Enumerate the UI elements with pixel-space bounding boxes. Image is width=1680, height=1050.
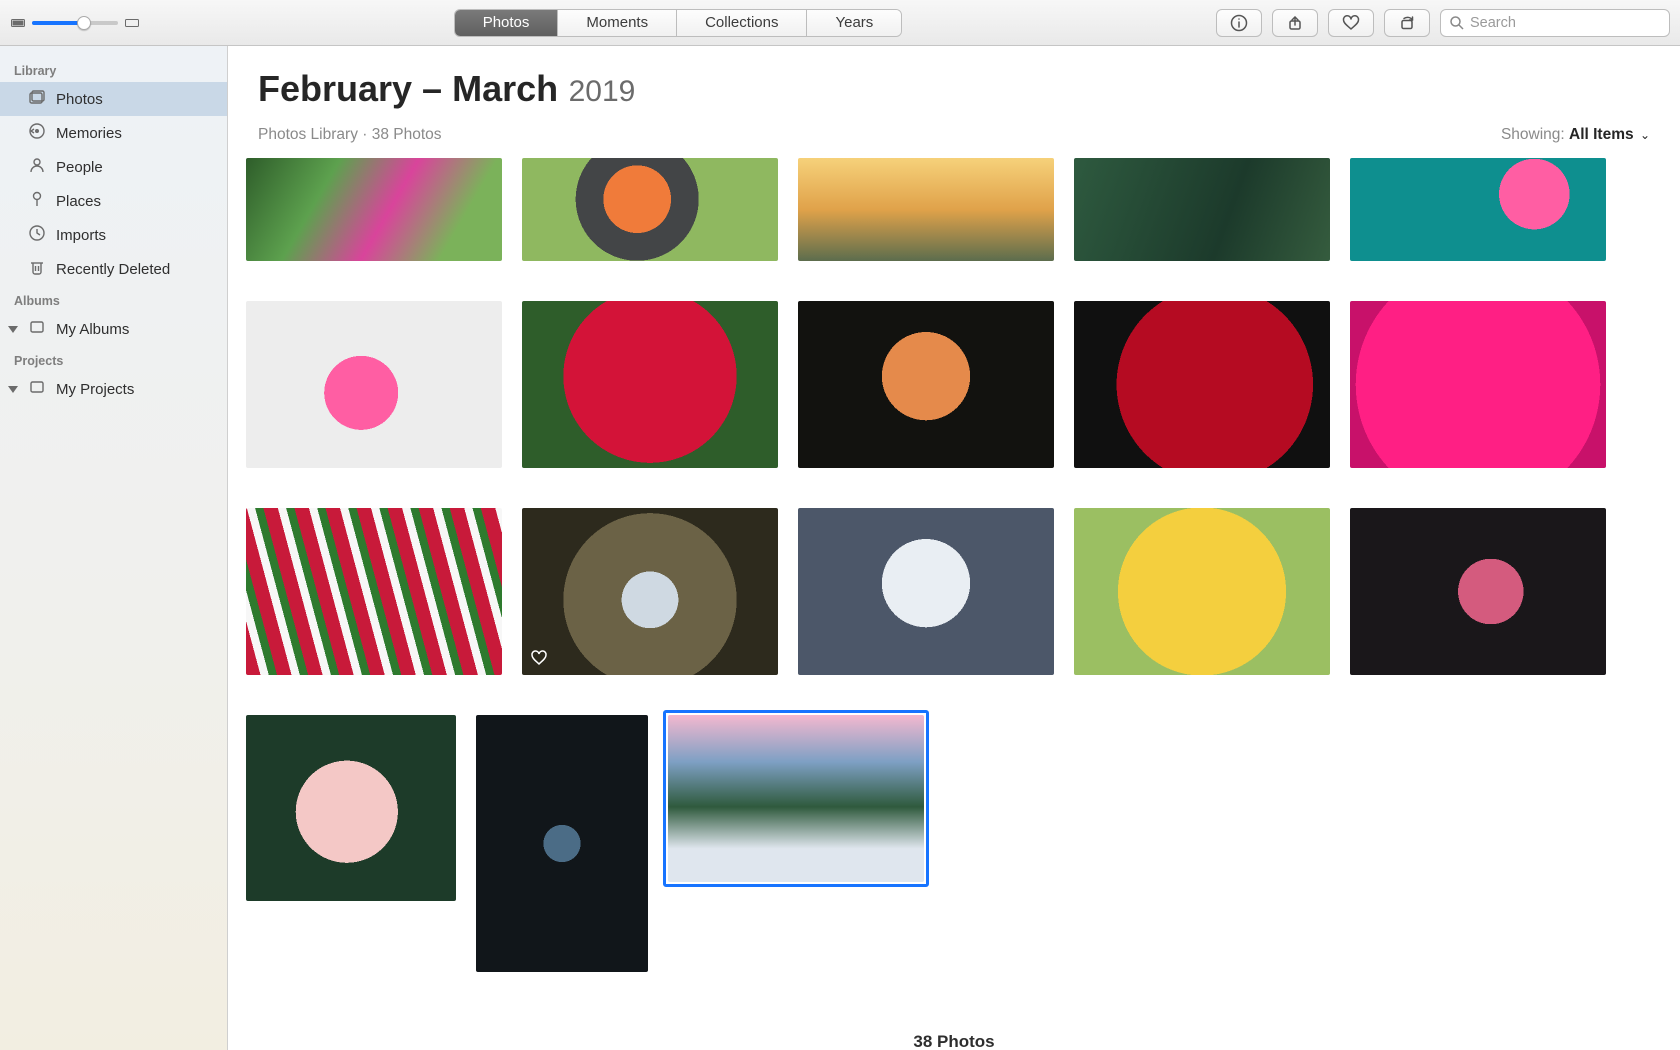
photo-image: [1350, 508, 1606, 675]
photo-image: [522, 301, 778, 468]
photo-grid: [228, 158, 1680, 1012]
sidebar-section-header: Projects: [0, 346, 227, 372]
memories-icon: [28, 122, 46, 144]
sidebar-item-imports[interactable]: Imports: [0, 218, 227, 252]
photo-thumbnail[interactable]: [246, 158, 502, 261]
album-icon: [28, 378, 46, 400]
disclosure-triangle-icon[interactable]: [8, 383, 20, 395]
photo-thumbnail[interactable]: [246, 715, 456, 901]
sidebar-item-label: Places: [56, 193, 101, 210]
trash-icon: [28, 258, 46, 280]
sidebar-item-label: My Albums: [56, 321, 129, 338]
sidebar-item-label: My Projects: [56, 381, 134, 398]
share-button[interactable]: [1272, 9, 1318, 37]
photo-image: [522, 158, 778, 261]
sidebar-item-label: Recently Deleted: [56, 261, 170, 278]
photo-image: [798, 158, 1054, 261]
clock-icon: [28, 224, 46, 246]
sidebar-item-recently-deleted[interactable]: Recently Deleted: [0, 252, 227, 286]
photo-image: [476, 715, 648, 972]
photos-stack-icon: [28, 88, 46, 110]
person-icon: [28, 156, 46, 178]
zoom-in-icon[interactable]: [124, 17, 140, 29]
photo-thumbnail[interactable]: [1074, 508, 1330, 675]
page-title-year: 2019: [569, 75, 636, 108]
photo-image: [798, 508, 1054, 675]
photo-thumbnail[interactable]: [1074, 301, 1330, 468]
zoom-out-icon[interactable]: [10, 17, 26, 29]
photo-image: [246, 301, 502, 468]
photo-thumbnail[interactable]: [798, 301, 1054, 468]
album-icon: [28, 318, 46, 340]
toolbar: PhotosMomentsCollectionsYears: [0, 0, 1680, 46]
photo-image: [1074, 158, 1330, 261]
page-title: February – March: [258, 68, 558, 109]
photo-thumbnail[interactable]: [1350, 301, 1606, 468]
photo-thumbnail[interactable]: [798, 158, 1054, 261]
search-field[interactable]: [1440, 9, 1670, 37]
photo-thumbnail[interactable]: [476, 715, 648, 972]
photo-image: [522, 508, 778, 675]
photo-thumbnail[interactable]: [246, 301, 502, 468]
favorite-heart-icon: [530, 649, 548, 667]
sidebar-item-label: Memories: [56, 125, 122, 142]
sidebar: Library Photos Memories People Places Imports…: [0, 46, 228, 1050]
photo-image: [1350, 158, 1606, 261]
photo-image: [798, 301, 1054, 468]
photo-image: [246, 158, 502, 261]
tab-photos[interactable]: Photos: [455, 10, 559, 36]
photo-thumbnail[interactable]: [1350, 508, 1606, 675]
zoom-control: [10, 17, 140, 29]
photo-thumbnail[interactable]: [522, 508, 778, 675]
sidebar-item-label: Photos: [56, 91, 103, 108]
photo-thumbnail[interactable]: [522, 158, 778, 261]
photo-image: [1350, 301, 1606, 468]
photo-thumbnail[interactable]: [1350, 158, 1606, 261]
photo-thumbnail[interactable]: [522, 301, 778, 468]
pin-icon: [28, 190, 46, 212]
tab-collections[interactable]: Collections: [677, 10, 807, 36]
sidebar-section-header: Albums: [0, 286, 227, 312]
photo-thumbnail[interactable]: [668, 715, 924, 882]
chevron-down-icon: ⌄: [1640, 128, 1650, 142]
photo-image: [668, 715, 924, 882]
tab-moments[interactable]: Moments: [558, 10, 677, 36]
rotate-button[interactable]: [1384, 9, 1430, 37]
disclosure-triangle-icon[interactable]: [8, 323, 20, 335]
sidebar-item-people[interactable]: People: [0, 150, 227, 184]
info-button[interactable]: [1216, 9, 1262, 37]
sidebar-section-header: Library: [0, 56, 227, 82]
tab-years[interactable]: Years: [807, 10, 901, 36]
showing-filter[interactable]: Showing: All Items ⌄: [1501, 126, 1650, 144]
view-tabs: PhotosMomentsCollectionsYears: [454, 9, 903, 37]
footer-count: 38 Photos: [228, 1012, 1680, 1050]
main-content: February – March 2019 Photos Library · 3…: [228, 46, 1680, 1050]
sidebar-item-my-albums[interactable]: My Albums: [0, 312, 227, 346]
photo-thumbnail[interactable]: [246, 508, 502, 675]
toolbar-right: [1216, 9, 1670, 37]
sidebar-item-my-projects[interactable]: My Projects: [0, 372, 227, 406]
sidebar-item-label: Imports: [56, 227, 106, 244]
sidebar-item-places[interactable]: Places: [0, 184, 227, 218]
breadcrumb: Photos Library · 38 Photos: [258, 126, 442, 144]
zoom-slider[interactable]: [32, 21, 118, 25]
photo-thumbnail[interactable]: [798, 508, 1054, 675]
content-header: February – March 2019: [228, 46, 1680, 114]
photo-thumbnail[interactable]: [1074, 158, 1330, 261]
content-subheader: Photos Library · 38 Photos Showing: All …: [228, 114, 1680, 158]
photo-image: [246, 508, 502, 675]
favorite-button[interactable]: [1328, 9, 1374, 37]
sidebar-item-label: People: [56, 159, 103, 176]
photo-image: [246, 715, 456, 901]
sidebar-item-photos[interactable]: Photos: [0, 82, 227, 116]
sidebar-item-memories[interactable]: Memories: [0, 116, 227, 150]
search-input[interactable]: [1470, 15, 1661, 31]
photo-image: [1074, 301, 1330, 468]
photo-image: [1074, 508, 1330, 675]
